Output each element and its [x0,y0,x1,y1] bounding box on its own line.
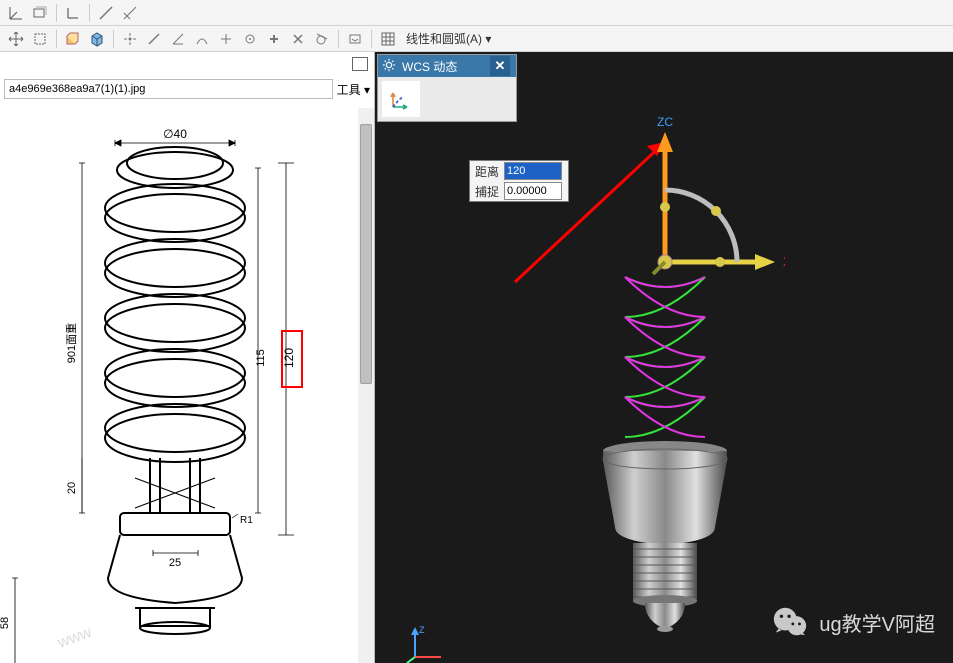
tool-solid-icon[interactable] [86,28,108,50]
tool-snap-cross-icon[interactable] [215,28,237,50]
svg-text:115: 115 [255,349,267,367]
svg-text:20: 20 [66,482,78,494]
tool-snap-x-icon[interactable] [287,28,309,50]
tool-snap-angle-icon[interactable] [167,28,189,50]
maximize-icon[interactable] [352,57,368,71]
wcs-panel: WCS 动态 ✕ [377,54,517,122]
svg-text:58: 58 [0,617,11,629]
tool-coord-icon[interactable] [5,2,27,24]
left-reference-pane: 工具 ▾ ∅40 [0,52,375,663]
wcs-dynamic-button[interactable] [382,81,420,117]
svg-text:25: 25 [169,557,181,569]
watermark: ug教学V阿超 [771,603,935,641]
tool-snap-slash-icon[interactable] [143,28,165,50]
viewport-3d[interactable]: WCS 动态 ✕ 距离 捕捉 [375,52,953,663]
tool-snap-arc-icon[interactable] [191,28,213,50]
scrollbar-vertical[interactable] [358,108,374,663]
gear-icon [382,58,396,72]
tool-snap-circle-icon[interactable] [239,28,261,50]
tools-dropdown[interactable]: 工具 ▾ [337,81,370,98]
highlight-120 [281,330,303,388]
svg-text:Z: Z [419,625,425,635]
helix-curves [600,267,730,447]
mini-triad: Z [405,623,449,663]
tool-line2-icon[interactable] [119,2,141,24]
distance-label: 距离 [470,163,504,180]
menu-lines-arcs[interactable]: 线性和圆弧(A) ▾ [406,30,491,47]
svg-text:XC: XC [783,255,785,269]
image-path-input[interactable] [4,79,333,99]
svg-text:∅40: ∅40 [163,127,187,141]
svg-text:ZC: ZC [657,115,673,129]
tool-axis-icon[interactable] [62,2,84,24]
tool-snap-tangent-icon[interactable] [311,28,333,50]
tool-shape-icon[interactable] [29,2,51,24]
svg-text:901面重: 901面重 [64,323,78,363]
svg-text:R1: R1 [240,515,253,526]
toolbar-row-1 [0,0,953,26]
tool-grid-icon[interactable] [377,28,399,50]
wcs-title-text: WCS 动态 [384,58,490,75]
close-icon[interactable]: ✕ [490,56,510,76]
tool-move-icon[interactable] [5,28,27,50]
tool-snap-plus-icon[interactable] [263,28,285,50]
lamp-base-model [585,437,745,657]
toolbar-row-2: 线性和圆弧(A) ▾ [0,26,953,52]
snap-label: 捕捉 [470,183,504,200]
tool-box-icon[interactable] [62,28,84,50]
tool-dropdown-icon[interactable] [344,28,366,50]
tool-line1-icon[interactable] [95,2,117,24]
tool-snap1-icon[interactable] [119,28,141,50]
tool-select-icon[interactable] [29,28,51,50]
wechat-icon [771,603,809,641]
svg-text:www: www [55,624,95,652]
